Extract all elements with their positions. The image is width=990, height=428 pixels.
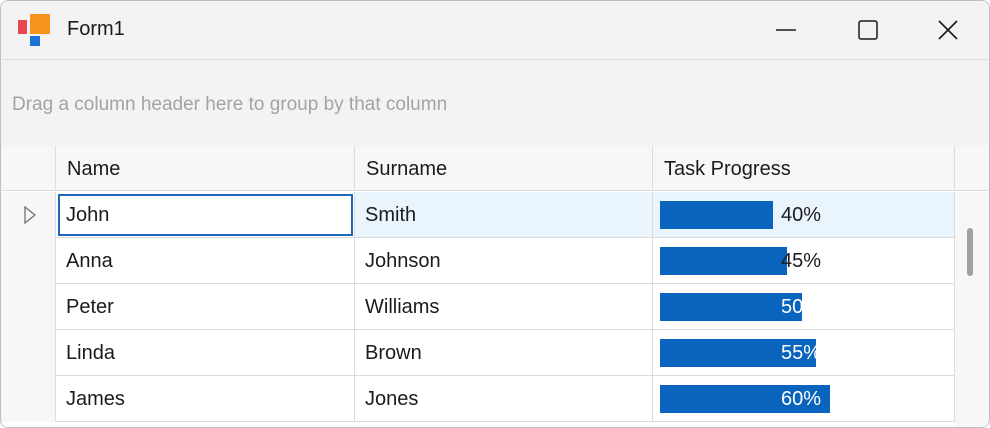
cell-text: Brown [365, 342, 422, 364]
cell-surname[interactable]: Jones [355, 376, 653, 422]
progress-bar-fill [660, 247, 787, 275]
maximize-button[interactable] [833, 1, 903, 59]
column-header-label: Task Progress [664, 158, 791, 180]
cell-text: Jones [365, 388, 419, 410]
cell-text: Smith [365, 204, 417, 226]
scrollbar-thumb[interactable] [967, 228, 973, 276]
progress-label: 45% [781, 250, 822, 272]
cell-text: Linda [66, 342, 115, 364]
cell-text: Johnson [365, 250, 441, 272]
cell-name[interactable]: James [56, 376, 355, 422]
window-title: Form1 [67, 18, 125, 40]
table-row[interactable]: James Jones 60% [2, 376, 955, 422]
cell-name[interactable]: Peter [56, 284, 355, 330]
group-panel-hint: Drag a column header here to group by th… [12, 94, 448, 115]
progress-bar-fill [660, 201, 773, 229]
row-indicator[interactable] [2, 330, 56, 376]
cell-text: Anna [66, 250, 113, 272]
column-header-surname[interactable]: Surname [355, 146, 653, 191]
progress-label: 50% [781, 296, 822, 318]
progress-label: 40% [781, 204, 822, 226]
vertical-scrollbar[interactable] [955, 192, 988, 427]
cell-surname[interactable]: Smith [355, 192, 653, 238]
header-filler [955, 146, 988, 191]
progress-label: 55% [781, 342, 822, 364]
cell-task-progress[interactable]: 45% [653, 238, 955, 284]
minimize-icon [776, 29, 796, 31]
group-panel[interactable]: Drag a column header here to group by th… [2, 59, 988, 147]
cell-text: James [66, 388, 125, 410]
column-header-task-progress[interactable]: Task Progress [653, 146, 955, 191]
cell-text: Williams [365, 296, 440, 318]
column-header-name[interactable]: Name [56, 146, 355, 191]
row-indicator[interactable] [2, 192, 56, 238]
cell-name[interactable]: John [56, 192, 355, 238]
table-row[interactable]: Peter Williams 50% [2, 284, 955, 330]
cell-name[interactable]: Linda [56, 330, 355, 376]
cell-surname[interactable]: Johnson [355, 238, 653, 284]
minimize-button[interactable] [751, 1, 821, 59]
header-indicator-cell [2, 146, 56, 191]
app-window: Form1 Drag a column header here to group… [0, 0, 990, 428]
title-bar[interactable]: Form1 [1, 1, 989, 59]
app-icon [18, 14, 50, 46]
cell-task-progress[interactable]: 55% [653, 330, 955, 376]
maximize-icon [858, 20, 878, 40]
data-grid[interactable]: Name Surname Task Progress John Smith 40… [2, 146, 988, 427]
table-row[interactable]: Anna Johnson 45% [2, 238, 955, 284]
current-row-arrow-icon [24, 206, 36, 224]
close-button[interactable] [913, 1, 983, 59]
cell-surname[interactable]: Brown [355, 330, 653, 376]
cell-surname[interactable]: Williams [355, 284, 653, 330]
cell-task-progress[interactable]: 60% [653, 376, 955, 422]
close-icon [938, 20, 958, 40]
row-indicator[interactable] [2, 376, 56, 422]
cell-text: Peter [66, 296, 114, 318]
cell-task-progress[interactable]: 50% [653, 284, 955, 330]
row-indicator[interactable] [2, 284, 56, 330]
row-indicator[interactable] [2, 238, 56, 284]
cell-name[interactable]: Anna [56, 238, 355, 284]
table-row[interactable]: John Smith 40% [2, 192, 955, 238]
cell-task-progress[interactable]: 40% [653, 192, 955, 238]
progress-label: 60% [781, 388, 822, 410]
table-row[interactable]: Linda Brown 55% [2, 330, 955, 376]
column-header-label: Surname [366, 158, 448, 180]
column-header-label: Name [67, 158, 121, 180]
cell-text: John [66, 204, 110, 226]
